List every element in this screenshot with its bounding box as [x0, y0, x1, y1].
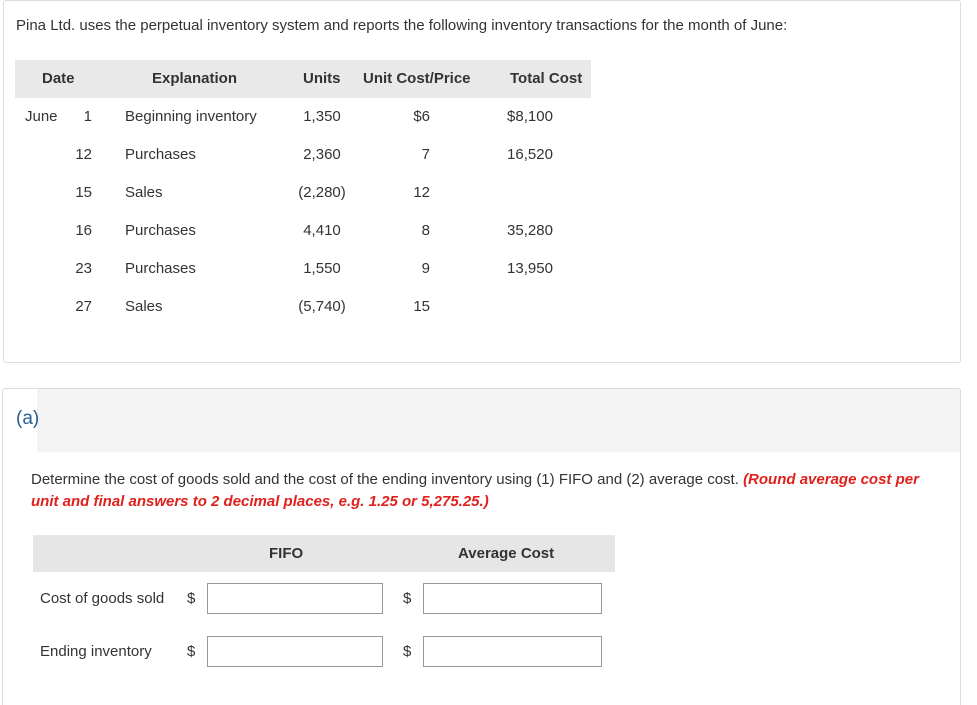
row-day: 15 — [75, 184, 92, 201]
row-explanation: Sales — [125, 298, 163, 315]
row-day: 23 — [75, 260, 92, 277]
currency-symbol: $ — [403, 590, 412, 607]
row-day: 16 — [75, 222, 92, 239]
currency-symbol: $ — [187, 643, 196, 660]
ending-inventory-average-input[interactable] — [423, 636, 602, 667]
header-units: Units — [303, 70, 341, 87]
row-total-cost: $8,100 — [507, 108, 553, 125]
row-explanation: Purchases — [125, 222, 196, 239]
row-unit-cost: 7 — [421, 146, 430, 163]
row-explanation: Beginning inventory — [125, 108, 257, 125]
table-header: Date Explanation Units Unit Cost/Price T… — [15, 60, 591, 98]
row-total-cost: 16,520 — [507, 146, 553, 163]
header-unit-cost: Unit Cost/Price — [363, 70, 471, 87]
intro-text: Pina Ltd. uses the perpetual inventory s… — [16, 17, 788, 34]
cogs-fifo-input[interactable] — [207, 583, 383, 614]
row-total-cost: 13,950 — [507, 260, 553, 277]
currency-symbol: $ — [403, 643, 412, 660]
row-units: 4,410 — [303, 222, 341, 239]
row-unit-cost: 15 — [413, 298, 430, 315]
row-day: 27 — [75, 298, 92, 315]
row-day: 1 — [83, 108, 92, 125]
row-unit-cost: 12 — [413, 184, 430, 201]
row-month: June — [25, 108, 58, 125]
row-units: 2,360 — [303, 146, 341, 163]
row-units: 1,350 — [303, 108, 341, 125]
row-units: 1,550 — [303, 260, 341, 277]
header-explanation: Explanation — [152, 70, 238, 87]
row-units: (5,740) — [298, 298, 346, 315]
row-explanation: Sales — [125, 184, 163, 201]
row-unit-cost: $6 — [413, 108, 430, 125]
header-fifo: FIFO — [269, 545, 304, 562]
cogs-average-input[interactable] — [423, 583, 602, 614]
row-day: 12 — [75, 146, 92, 163]
header-total-cost: Total Cost — [510, 70, 583, 87]
question-body: Determine the cost of goods sold and the… — [31, 471, 744, 488]
row-unit-cost: 9 — [421, 260, 430, 277]
answer-header: FIFO Average Cost — [33, 535, 615, 572]
header-average-cost: Average Cost — [458, 545, 555, 562]
row-units: (2,280) — [298, 184, 346, 201]
ending-inventory-label: Ending inventory — [40, 643, 152, 660]
header-date: Date — [42, 70, 75, 87]
currency-symbol: $ — [187, 590, 196, 607]
row-unit-cost: 8 — [421, 222, 430, 239]
row-explanation: Purchases — [125, 260, 196, 277]
row-total-cost: 35,280 — [507, 222, 553, 239]
cogs-label: Cost of goods sold — [40, 590, 165, 607]
question-text: Determine the cost of goods sold and the… — [31, 469, 931, 513]
question-panel-header — [37, 389, 960, 452]
row-explanation: Purchases — [125, 146, 196, 163]
ending-inventory-fifo-input[interactable] — [207, 636, 383, 667]
part-label: (a) — [16, 408, 40, 429]
